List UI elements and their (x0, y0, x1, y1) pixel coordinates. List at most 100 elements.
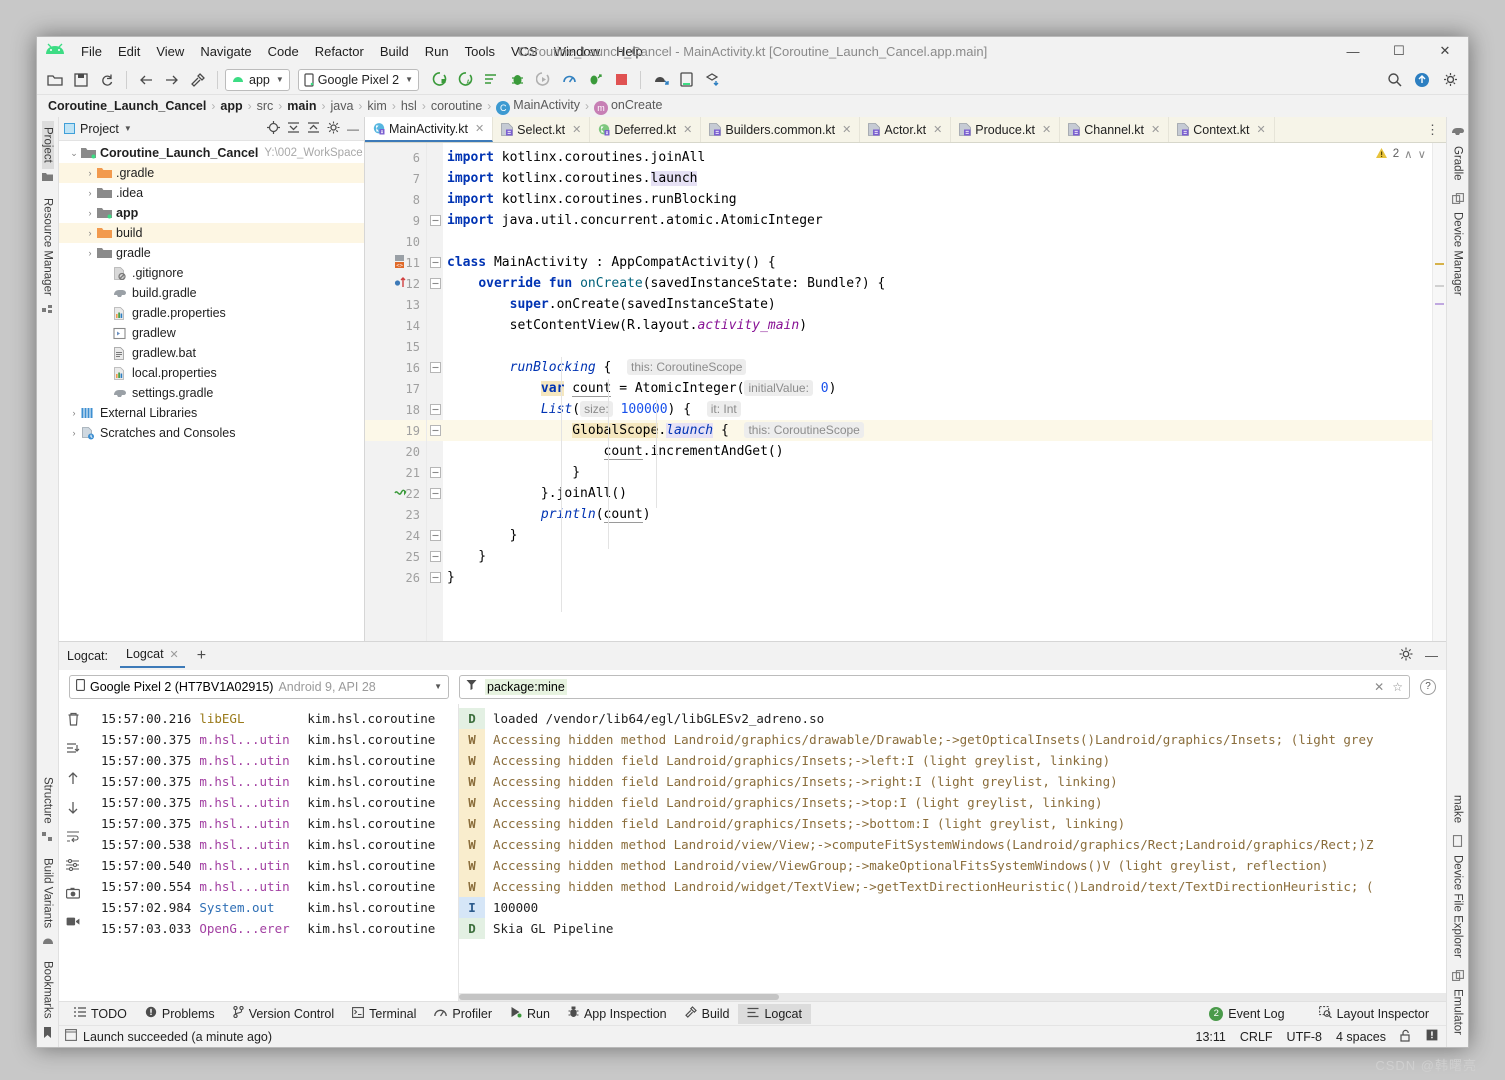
project-tree[interactable]: ⌄ Coroutine_Launch_Cancel Y:\002_WorkSpace… (59, 141, 364, 641)
logcat-message-row[interactable]: W Accessing hidden method Landroid/view/V… (459, 854, 1446, 876)
tree-item-gradle[interactable]: › gradle (59, 243, 364, 263)
menu-help[interactable]: Help (608, 41, 651, 62)
gutter-line-23[interactable]: 23 (365, 504, 426, 525)
menu-code[interactable]: Code (260, 41, 307, 62)
tool-window-version-control[interactable]: Version Control (224, 1003, 343, 1024)
logcat-row[interactable]: 15:57:00.375 m.hsl...utin kim.hsl.coroutin… (87, 813, 458, 834)
module-selector[interactable]: app ▼ (225, 68, 290, 91)
gutter-line-17[interactable]: 17 (365, 378, 426, 399)
editor-tab-select-kt[interactable]: Select.kt ✕ (493, 117, 591, 142)
gutter-line-12[interactable]: 12 (365, 273, 426, 294)
logcat-message-row[interactable]: W Accessing hidden method Landroid/view/V… (459, 833, 1446, 855)
editor-tab-builders-common-kt[interactable]: Builders.common.kt ✕ (701, 117, 861, 142)
breadcrumb-item-main[interactable]: main (282, 99, 321, 113)
close-icon[interactable]: ✕ (1151, 123, 1160, 136)
filter-icon[interactable] (466, 679, 479, 694)
breadcrumb-item-project[interactable]: Coroutine_Launch_Cancel (43, 99, 211, 113)
code-line-7[interactable]: import kotlinx.coroutines.launch (443, 168, 1432, 189)
fold-marker-18[interactable] (427, 399, 443, 420)
code-line-11[interactable]: class MainActivity : AppCompatActivity()… (443, 252, 1432, 273)
tree-item-app[interactable]: › app (59, 203, 364, 223)
editor-gutter[interactable]: 6 7 8 9 10 <> 11 12 13 14 15 16 17 18 19 20 21 22 23 24 25 26 (365, 143, 427, 641)
code-line-18[interactable]: List(size: 100000) { it: Int (443, 399, 1432, 420)
logcat-meta-column[interactable]: 15:57:00.216 libEGL kim.hsl.coroutine 15:57… (87, 703, 459, 1001)
tree-item-gitignore[interactable]: .gitignore (59, 263, 364, 283)
next-problem-icon[interactable]: ∨ (1418, 147, 1426, 161)
forward-arrow-icon[interactable] (160, 69, 184, 91)
code-line-26[interactable]: } (443, 567, 1432, 588)
close-icon[interactable]: ✕ (842, 123, 851, 136)
menu-edit[interactable]: Edit (110, 41, 148, 62)
code-line-25[interactable]: } (443, 546, 1432, 567)
console-icon[interactable] (65, 1029, 77, 1044)
logcat-message-column[interactable]: Dloaded /vendor/lib64/egl/libGLESv2_adre… (459, 704, 1446, 1001)
screenshot-icon[interactable] (66, 887, 81, 902)
indent-setting[interactable]: 4 spaces (1336, 1030, 1386, 1044)
chevron-down-icon[interactable]: ▼ (124, 124, 132, 133)
menu-run[interactable]: Run (417, 41, 457, 62)
sidebar-item-device-manager[interactable]: Device Manager (1452, 206, 1464, 302)
close-icon[interactable]: ✕ (1257, 123, 1266, 136)
close-icon[interactable]: ✕ (1042, 123, 1051, 136)
build-hammer-icon[interactable] (186, 69, 210, 91)
tree-item-idea[interactable]: › .idea (59, 183, 364, 203)
menu-window[interactable]: Window (546, 41, 608, 62)
fold-marker-16[interactable] (427, 357, 443, 378)
chevron-icon[interactable]: › (83, 228, 97, 238)
logcat-device-selector[interactable]: Google Pixel 2 (HT7BV1A02915) Android 9,… (69, 674, 449, 699)
help-icon[interactable]: ? (1420, 678, 1436, 695)
tree-item-gradlew[interactable]: gradlew (59, 323, 364, 343)
gutter-line-26[interactable]: 26 (365, 567, 426, 588)
logcat-row[interactable]: 15:57:00.554 m.hsl...utin kim.hsl.coroutin… (87, 876, 458, 897)
editor-fold-column[interactable] (427, 143, 443, 641)
sidebar-item-emulator[interactable]: Emulator (1452, 983, 1464, 1041)
run-icon[interactable] (427, 69, 451, 91)
tree-item-build[interactable]: › build (59, 223, 364, 243)
editor-tabs-more-icon[interactable]: ⋮ (1419, 117, 1446, 142)
code-line-16[interactable]: runBlocking { this: CoroutineScope (443, 357, 1432, 378)
back-arrow-icon[interactable] (134, 69, 158, 91)
open-folder-icon[interactable] (43, 69, 67, 91)
chevron-icon[interactable]: › (83, 248, 97, 258)
gear-icon[interactable] (327, 121, 340, 137)
gutter-line-10[interactable]: 10 (365, 231, 426, 252)
code-line-20[interactable]: count.incrementAndGet() (443, 441, 1432, 462)
chevron-icon[interactable]: › (67, 408, 81, 418)
class-run-icon[interactable]: <> (393, 254, 409, 270)
error-stripe[interactable] (1432, 143, 1446, 641)
minimize-button[interactable]: — (1330, 37, 1376, 65)
gutter-line-11[interactable]: <> 11 (365, 252, 426, 273)
tree-item-gradlew-bat[interactable]: gradlew.bat (59, 343, 364, 363)
breadcrumb-item-coroutine[interactable]: coroutine (426, 99, 487, 113)
breadcrumb-item-hsl[interactable]: hsl (396, 99, 422, 113)
fold-marker-19[interactable] (427, 420, 443, 441)
logcat-message-row[interactable]: W Accessing hidden field Landroid/graphic… (459, 749, 1446, 771)
favorite-icon[interactable]: ☆ (1392, 680, 1403, 694)
logcat-row[interactable]: 15:57:00.538 m.hsl...utin kim.hsl.coroutin… (87, 834, 458, 855)
debug-icon[interactable] (505, 69, 529, 91)
device-selector[interactable]: Google Pixel 2 ▼ (297, 68, 420, 91)
expand-all-icon[interactable] (287, 121, 300, 137)
fold-marker-21[interactable] (427, 462, 443, 483)
chevron-icon[interactable]: › (83, 168, 97, 178)
tool-window-layout-inspector[interactable]: Layout Inspector (1310, 1003, 1438, 1024)
logcat-row[interactable]: 15:57:00.375 m.hsl...utin kim.hsl.coroutin… (87, 750, 458, 771)
sidebar-item-resource-manager[interactable]: Resource Manager (42, 192, 54, 302)
sidebar-item-device-file-explorer[interactable]: Device File Explorer (1452, 849, 1464, 964)
sidebar-item-project[interactable]: Project (41, 121, 54, 169)
logcat-message-row[interactable]: W Accessing hidden method Landroid/graphi… (459, 728, 1446, 750)
code-line-13[interactable]: super.onCreate(savedInstanceState) (443, 294, 1432, 315)
update-icon[interactable] (1410, 69, 1434, 91)
file-encoding[interactable]: UTF-8 (1287, 1030, 1322, 1044)
tree-item-local-properties[interactable]: local.properties (59, 363, 364, 383)
tool-window-app-inspection[interactable]: App Inspection (559, 1003, 676, 1024)
tool-window-logcat[interactable]: Logcat (738, 1003, 811, 1024)
tool-window-build[interactable]: Build (676, 1003, 739, 1024)
code-line-23[interactable]: println(count) (443, 504, 1432, 525)
gutter-line-14[interactable]: 14 (365, 315, 426, 336)
tool-window-terminal[interactable]: Terminal (343, 1004, 425, 1024)
tool-window-event-log[interactable]: 2 Event Log (1200, 1004, 1293, 1024)
logcat-row[interactable]: 15:57:00.375 m.hsl...utin kim.hsl.coroutin… (87, 771, 458, 792)
tree-item-gradle[interactable]: › .gradle (59, 163, 364, 183)
breadcrumb-item-mainactivity[interactable]: C MainActivity (491, 98, 585, 115)
